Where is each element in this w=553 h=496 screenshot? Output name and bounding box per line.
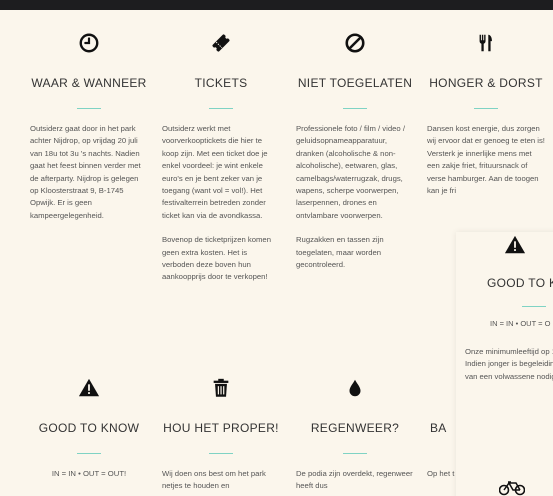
section-title: WAAR & WANNEER: [31, 76, 147, 90]
popup-text: Onze minimumleeftijd op 14. Indien jonge…: [465, 347, 553, 381]
ticket-icon: [162, 28, 280, 58]
divider: [343, 453, 367, 454]
bicycle-icon: [498, 480, 526, 496]
clock-icon: [30, 28, 148, 58]
fork-knife-icon: [427, 28, 545, 58]
divider: [77, 453, 101, 454]
section-text: Outsiderz werkt met voorverkooptickets d…: [162, 124, 271, 282]
divider: [522, 306, 546, 307]
section-title: NIET TOEGELATEN: [297, 76, 413, 90]
section-text: De podia zijn overdekt, regenweer heeft …: [296, 469, 413, 491]
section-regenweer: REGENWEER? De podia zijn overdekt, regen…: [296, 373, 414, 496]
prohibited-icon: [296, 28, 414, 58]
section-title: REGENWEER?: [310, 421, 400, 435]
section-text: Wij doen ons best om het park netjes te …: [162, 469, 266, 491]
divider: [209, 108, 233, 109]
page: WAAR & WANNEER Outsiderz gaat door in he…: [0, 10, 553, 496]
section-title: HONGER & DORST: [429, 76, 543, 90]
section-title: GOOD TO KNOW: [38, 421, 140, 435]
popup-card-good-to-know[interactable]: GOOD TO KN IN = IN • OUT = O Onze minimu…: [456, 232, 553, 496]
section-good-to-know: GOOD TO KNOW IN = IN • OUT = OUT!: [30, 373, 148, 492]
section-title: HOU HET PROPER!: [163, 421, 279, 435]
section-text: IN = IN • OUT = OUT!: [51, 469, 127, 478]
section-honger-dorst: HONGER & DORST Dansen kost energie, dus …: [427, 28, 545, 209]
trash-icon: [162, 373, 280, 403]
divider: [77, 108, 101, 109]
popup-title: GOOD TO KN: [487, 276, 553, 290]
section-text: Outsiderz gaat door in het park achter N…: [30, 124, 141, 220]
section-title: TICKETS: [194, 76, 248, 90]
drop-icon: [296, 373, 414, 403]
warning-icon: [456, 230, 553, 260]
popup-in-out: IN = IN • OUT = O: [490, 319, 551, 328]
divider: [343, 108, 367, 109]
section-text: Dansen kost energie, dus zorgen wij ervo…: [427, 124, 545, 196]
divider: [474, 108, 498, 109]
section-tickets: TICKETS Outsiderz werkt met voorverkoopt…: [162, 28, 280, 296]
divider: [209, 453, 233, 454]
section-niet-toegelaten: NIET TOEGELATEN Professionele foto / fil…: [296, 28, 414, 283]
warning-icon: [30, 373, 148, 403]
section-text: Professionele foto / film / video / gelu…: [296, 124, 405, 270]
section-hou-het-proper: HOU HET PROPER! Wij doen ons best om het…: [162, 373, 280, 496]
section-waar-wanneer: WAAR & WANNEER Outsiderz gaat door in he…: [30, 28, 148, 234]
